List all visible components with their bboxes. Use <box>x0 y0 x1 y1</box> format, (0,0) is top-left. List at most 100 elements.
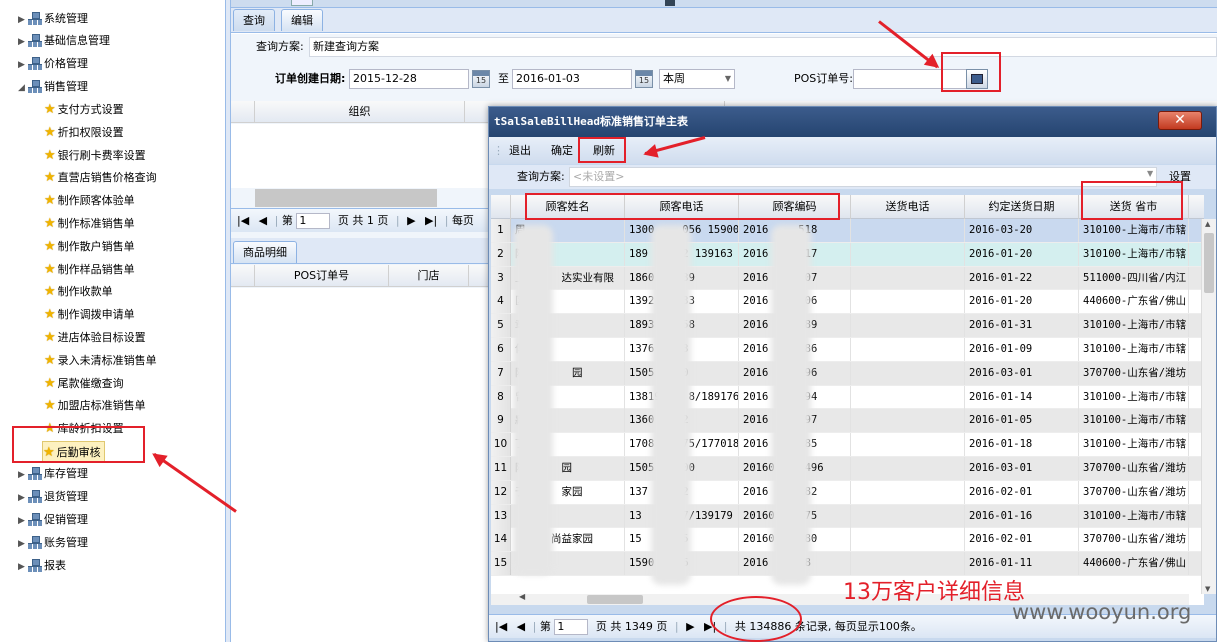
date-to-input[interactable]: 2016-01-03 <box>512 69 632 89</box>
tree-leaf-item[interactable]: ★ 制作样品销售单 <box>44 259 135 281</box>
order-date-label: 订单创建日期: <box>275 72 346 85</box>
tree-node-item[interactable]: ▶ 报表 <box>18 555 66 577</box>
period-select[interactable]: 本周 ▼ <box>659 69 735 89</box>
prev-page-icon[interactable]: ◀ <box>259 214 267 227</box>
exit-button[interactable]: 退出 <box>509 137 531 164</box>
row-number: 8 <box>491 385 511 409</box>
tree-leaf-item[interactable]: ★ 银行刷卡费率设置 <box>44 145 146 167</box>
next-page-icon[interactable]: ▶ <box>686 620 694 633</box>
table-row[interactable]: 2陈18952 13916320165172016-01-20310100-上海… <box>491 242 1204 267</box>
tree-node-item[interactable]: ▶ 促销管理 <box>18 509 88 531</box>
table-row[interactable]: 3上达实业有限18603920165072016-01-22511000-四川省… <box>491 266 1204 291</box>
confirm-button[interactable]: 确定 <box>551 137 573 164</box>
expand-arrow-icon[interactable]: ▶ <box>18 54 28 76</box>
query-scheme-input[interactable]: 新建查询方案 <box>309 37 1217 57</box>
grid-header-pos-order[interactable]: POS订单号 <box>255 265 389 287</box>
scroll-thumb[interactable] <box>1204 233 1214 293</box>
table-row[interactable]: 10丁170875/17701820164852016-01-18310100-… <box>491 433 1204 457</box>
expand-arrow-icon[interactable]: ▶ <box>18 533 28 555</box>
date-from-input[interactable]: 2015-12-28 <box>349 69 469 89</box>
first-page-icon[interactable]: |◀ <box>495 620 507 633</box>
table-row[interactable]: 4区13923320165062016-01-20440600-广东省/佛山 <box>491 290 1204 315</box>
expand-arrow-icon[interactable]: ▶ <box>18 487 28 509</box>
table-row[interactable]: 1周1300056 15900520165182016-03-20310100-… <box>491 219 1204 243</box>
hscroll-thumb[interactable] <box>587 595 643 604</box>
tree-leaf-item[interactable]: ★ 直营店销售价格查询 <box>44 167 157 189</box>
table-row[interactable]: 8曾琪138198/18917620164942016-01-14310100-… <box>491 385 1204 410</box>
org-node-icon <box>28 536 42 549</box>
tree-node-system[interactable]: ▶ 系统管理 <box>18 8 88 30</box>
next-page-icon[interactable]: ▶ <box>407 214 415 227</box>
expand-arrow-icon[interactable]: ▶ <box>18 464 28 486</box>
first-page-icon[interactable]: |◀ <box>237 214 249 227</box>
tree-node-item[interactable]: ▶ 库存管理 <box>18 463 88 485</box>
cell-delivery-region: 370700-山东省/潍坊 <box>1079 457 1189 480</box>
tree-node-item[interactable]: ▶ 退货管理 <box>18 486 88 508</box>
col-delivery-phone[interactable]: 送货电话 <box>851 195 965 219</box>
tree-leaf-item[interactable]: ★ 录入未清标准销售单 <box>44 350 157 372</box>
tree-leaf-item[interactable]: ★ 支付方式设置 <box>44 99 124 121</box>
tree-node-item[interactable]: ▶ 账务管理 <box>18 532 88 554</box>
calendar-icon[interactable]: 15 <box>635 70 653 88</box>
grid-header-store[interactable]: 门店 <box>389 265 469 287</box>
table-row[interactable]: 6傅晓1376320164862016-01-09310100-上海市/市辖 <box>491 338 1204 362</box>
tab-product-detail[interactable]: 商品明细 <box>233 241 297 263</box>
cell-delivery-region: 370700-山东省/潍坊 <box>1079 528 1189 552</box>
table-row[interactable]: 5章18935820164892016-01-31310100-上海市/市辖 <box>491 314 1204 338</box>
tab-query[interactable]: 查询 <box>233 9 275 31</box>
prev-page-icon[interactable]: ◀ <box>517 620 525 633</box>
grid-vscrollbar[interactable]: ▲ ▼ <box>1201 219 1216 594</box>
tree-leaf-item[interactable]: ★ 折扣权限设置 <box>44 122 124 144</box>
org-node-icon <box>28 559 42 572</box>
cell-delivery-region: 310100-上海市/市辖 <box>1079 314 1189 338</box>
col-delivery-date[interactable]: 约定送货日期 <box>965 195 1079 219</box>
close-button[interactable]: ✕ <box>1158 111 1202 130</box>
table-row[interactable]: 14尚益家园1515520160802016-02-01370700-山东省/潍… <box>491 528 1204 553</box>
tree-leaf-item[interactable]: ★ 制作顾客体验单 <box>44 190 135 212</box>
tree-node-sales[interactable]: ◢ 销售管理 <box>18 76 88 98</box>
tab-edit[interactable]: 编辑 <box>281 9 323 31</box>
page-number-input[interactable]: 1 <box>554 619 589 635</box>
toolbar-dropdown-partial[interactable] <box>665 0 675 6</box>
row-number: 12 <box>491 480 511 504</box>
grid-header-org[interactable]: 组织 <box>255 101 465 123</box>
window-title[interactable]: tSalSaleBillHead标准销售订单主表 <box>489 107 1216 137</box>
tree-leaf-item[interactable]: ★ 尾款催缴查询 <box>44 373 124 395</box>
expand-arrow-icon[interactable]: ▶ <box>18 556 28 578</box>
expand-arrow-icon[interactable]: ▶ <box>18 31 28 53</box>
cell-delivery-date: 2016-03-01 <box>965 361 1079 385</box>
tree-leaf-item[interactable]: ★ 加盟店标准销售单 <box>44 395 146 417</box>
window-search-input[interactable]: <未设置> <box>569 167 1157 187</box>
highlight-box <box>941 52 1001 92</box>
cell-delivery-phone <box>851 528 965 552</box>
scroll-down-icon[interactable]: ▼ <box>1205 585 1210 593</box>
table-row[interactable]: 1313207/13917920160752016-01-16310100-上海… <box>491 504 1204 529</box>
tree-node-basic-info[interactable]: ▶ 基础信息管理 <box>18 30 110 52</box>
expand-arrow-icon[interactable]: ▶ <box>18 9 28 31</box>
table-row[interactable]: 11陈园150500201604962016-03-01370700-山东省/潍… <box>491 457 1204 481</box>
scroll-up-icon[interactable]: ▲ <box>1205 220 1210 228</box>
table-row[interactable]: 7陈辉园1505020164962016-03-01370700-山东省/潍坊 <box>491 361 1204 386</box>
tree-leaf-item[interactable]: ★ 制作标准销售单 <box>44 213 135 235</box>
cell-delivery-region: 310100-上海市/市辖 <box>1079 433 1189 457</box>
upper-grid-hscroll[interactable] <box>255 189 437 207</box>
last-page-icon[interactable]: ▶| <box>425 214 437 227</box>
top-toolbar-strip <box>231 0 1217 8</box>
chevron-down-icon[interactable]: ▼ <box>1147 169 1153 178</box>
calendar-icon[interactable]: 15 <box>472 70 490 88</box>
cell-delivery-region: 310100-上海市/市辖 <box>1079 219 1189 242</box>
collapse-arrow-icon[interactable]: ◢ <box>18 77 28 99</box>
table-row[interactable]: 12于家园1370220164822016-02-01370700-山东省/潍坊 <box>491 480 1204 505</box>
star-icon: ★ <box>44 375 56 391</box>
expand-arrow-icon[interactable]: ▶ <box>18 510 28 532</box>
tree-leaf-item[interactable]: ★ 制作散户销售单 <box>44 236 135 258</box>
scroll-left-icon[interactable]: ◀ <box>519 592 525 601</box>
tree-leaf-item[interactable]: ★ 制作收款单 <box>44 281 113 303</box>
toolbar-button-partial[interactable] <box>291 0 313 6</box>
table-row[interactable]: 9臧先1360220164972016-01-05310100-上海市/市辖 <box>491 409 1204 434</box>
tree-node-price[interactable]: ▶ 价格管理 <box>18 53 88 75</box>
table-row[interactable]: 15159062016782016-01-11440600-广东省/佛山 <box>491 552 1204 576</box>
page-number-input[interactable]: 1 <box>296 213 331 229</box>
tree-leaf-item[interactable]: ★ 进店体验目标设置 <box>44 327 146 349</box>
tree-leaf-item[interactable]: ★ 制作调拨申请单 <box>44 304 135 326</box>
